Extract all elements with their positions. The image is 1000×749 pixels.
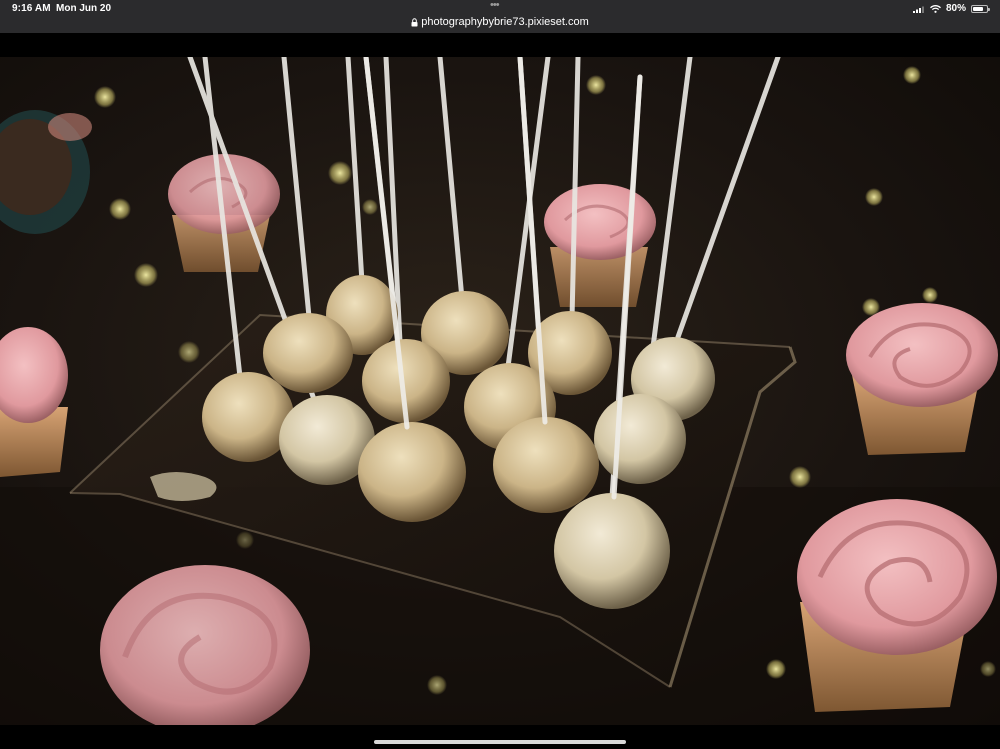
- more-dots-icon[interactable]: •••: [490, 0, 500, 11]
- signal-icon: [912, 6, 924, 13]
- cupcake-right-middle: [846, 303, 998, 455]
- cupcake-back-center: [544, 184, 656, 307]
- battery-percent: 80%: [945, 3, 966, 14]
- photo-illustration: [0, 57, 1000, 725]
- address-bar[interactable]: photographybybrie73.pixieset.com: [0, 16, 1000, 28]
- top-letterbox: [0, 33, 1000, 57]
- status-bar: 9:16 AM Mon Jun 20 ••• photographybybrie…: [0, 0, 1000, 33]
- status-indicators: 80%: [912, 3, 990, 14]
- cake-pops-and-cupcakes-photo[interactable]: [0, 57, 1000, 725]
- home-indicator[interactable]: [374, 740, 626, 744]
- lock-icon: [411, 17, 418, 27]
- bottom-letterbox: [0, 725, 1000, 749]
- wifi-icon: [930, 4, 941, 13]
- status-date: Mon Jun 20: [56, 3, 112, 14]
- cupcake-left-edge: [0, 327, 68, 477]
- bowl-top-left: [0, 110, 92, 234]
- battery-icon: [971, 4, 990, 13]
- status-time: 9:16 AM: [12, 3, 51, 14]
- url-text: photographybybrie73.pixieset.com: [421, 16, 589, 28]
